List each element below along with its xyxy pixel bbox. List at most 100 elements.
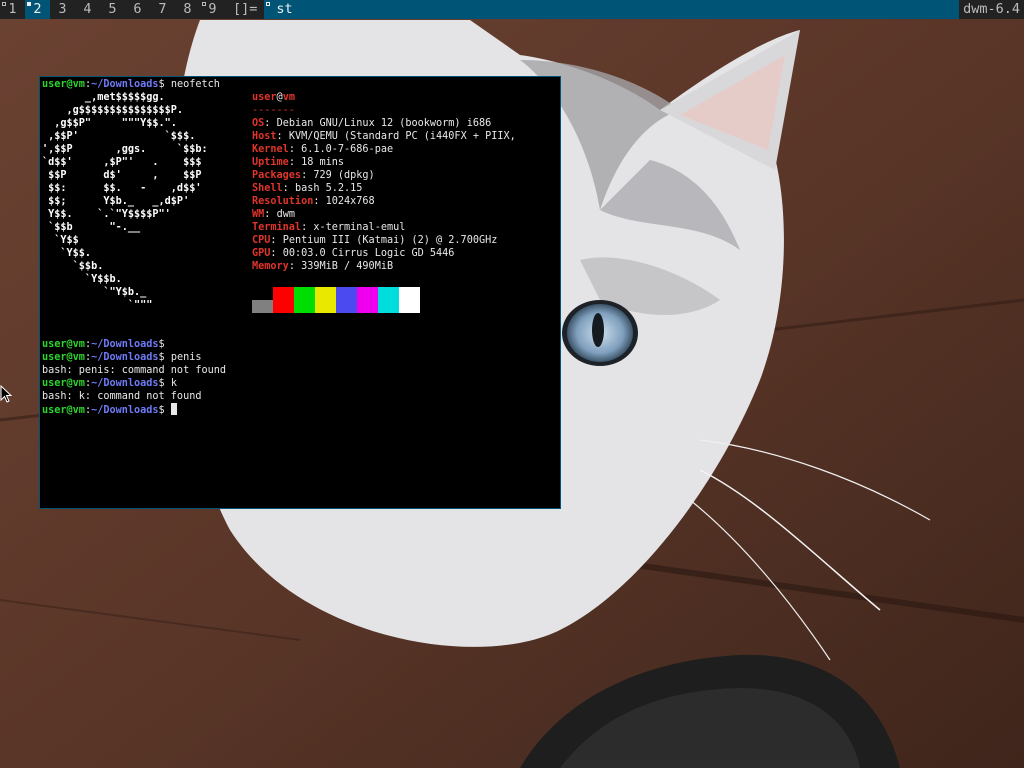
neofetch-field-key: Resolution — [252, 196, 314, 207]
neofetch-field-key: Memory — [252, 261, 289, 272]
neofetch-field-row: CPU: Pentium III (Katmai) (2) @ 2.700GHz — [252, 234, 497, 247]
prompt-user-host: user@vm — [42, 405, 85, 416]
neofetch-field-value: Debian GNU/Linux 12 (bookworm) i686 — [276, 118, 492, 129]
tag-7[interactable]: 7 — [150, 0, 175, 19]
ascii-art-line: ,g$$P" """Y$$.". — [42, 118, 177, 129]
neofetch-field-colon: : — [276, 131, 289, 142]
neofetch-separator: ------- — [252, 105, 295, 116]
ascii-art-line: `Y$$. — [42, 248, 92, 259]
ascii-art-line: `d$$' ,$P"' . $$$ — [42, 157, 202, 168]
command-output: bash: k: command not found — [42, 391, 202, 402]
window-title[interactable]: st — [264, 0, 293, 19]
neofetch-field-key: Kernel — [252, 144, 289, 155]
terminal-window[interactable]: user@vm:~/Downloads$ neofetch _,met$$$$$… — [39, 76, 561, 509]
neofetch-field-value: bash 5.2.15 — [294, 183, 363, 194]
status-text[interactable]: dwm-6.4 — [959, 0, 1024, 19]
ascii-art-line: $$: $$. - ,d$$' — [42, 183, 202, 194]
neofetch-field-colon: : — [301, 222, 314, 233]
output-line: bash: k: command not found — [42, 390, 201, 403]
neofetch-field-key: Uptime — [252, 157, 289, 168]
tag-3[interactable]: 3 — [50, 0, 75, 19]
neofetch-field-row: Resolution: 1024x768 — [252, 195, 375, 208]
command-text: penis — [170, 352, 202, 363]
ascii-art-line: $$; Y$b._ _,d$P' — [42, 196, 190, 207]
neofetch-field-value: 00:03.0 Cirrus Logic GD 5446 — [282, 248, 455, 259]
ascii-art-line: ,g$$$$$$$$$$$$$$$P. — [42, 105, 184, 116]
output-line: bash: penis: command not found — [42, 364, 226, 377]
tag-8[interactable]: 8 — [175, 0, 200, 19]
neofetch-field-row: Packages: 729 (dpkg) — [252, 169, 375, 182]
prompt-path: ~/Downloads — [91, 405, 159, 416]
color-swatch — [378, 287, 399, 313]
tag-6[interactable]: 6 — [125, 0, 150, 19]
text-cursor[interactable] — [170, 403, 177, 415]
layout-symbol[interactable]: []= — [225, 0, 265, 19]
neofetch-field-colon: : — [270, 248, 283, 259]
neofetch-field-row: Terminal: x-terminal-emul — [252, 221, 405, 234]
neofetch-field-key: Terminal — [252, 222, 302, 233]
neofetch-title: user@vm — [252, 92, 295, 103]
neofetch-field-value: 1024x768 — [325, 196, 375, 207]
tag-occupied-indicator — [27, 2, 31, 6]
neofetch-field-value: 6.1.0-7-686-pae — [301, 144, 394, 155]
ascii-art-line: Y$$. `.`"Y$$$$P"' — [42, 209, 171, 220]
color-palette — [252, 287, 420, 313]
ascii-art-line: `"Y$b._ — [42, 287, 147, 298]
neofetch-field-value: x-terminal-emul — [313, 222, 406, 233]
ascii-art-line: ,$$P' `$$$. — [42, 131, 196, 142]
neofetch-field-value: Pentium III (Katmai) (2) @ 2.700GHz — [282, 235, 498, 246]
dwm-status-bar: 1 2 3 4 5 6 7 8 9 []= st dwm-6.4 — [0, 0, 1024, 19]
tag-4[interactable]: 4 — [75, 0, 100, 19]
neofetch-field-row: Kernel: 6.1.0-7-686-pae — [252, 143, 393, 156]
command-text: k — [170, 378, 177, 389]
ascii-art-line: `$$b "-.__ — [42, 222, 141, 233]
prompt-line: user@vm:~/Downloads$ neofetch — [42, 79, 220, 90]
neofetch-field-colon: : — [288, 144, 302, 155]
prompt-user-host: user@vm — [42, 352, 85, 363]
prompt-line: user@vm:~/Downloads$ penis — [42, 351, 202, 364]
color-swatch — [252, 300, 273, 313]
neofetch-field-row: Host: KVM/QEMU (Standard PC (i440FX + PI… — [252, 130, 516, 143]
color-swatch — [336, 287, 357, 313]
neofetch-field-key: Host — [252, 131, 277, 142]
neofetch-field-row: Uptime: 18 mins — [252, 156, 344, 169]
prompt-user-host: user@vm — [42, 378, 85, 389]
ascii-art-line: $$P d$' , $$P — [42, 170, 202, 181]
tag-9[interactable]: 9 — [200, 0, 225, 19]
neofetch-field-colon: : — [313, 196, 326, 207]
tag-1[interactable]: 1 — [0, 0, 25, 19]
color-swatch — [315, 287, 336, 313]
prompt-path: ~/Downloads — [91, 339, 159, 350]
color-swatch — [399, 287, 420, 313]
color-swatch — [357, 287, 378, 313]
neofetch-field-key: CPU — [252, 235, 271, 246]
ascii-art-line: `Y$$b. — [42, 274, 122, 285]
neofetch-field-row: Memory: 339MiB / 490MiB — [252, 260, 393, 273]
neofetch-field-value: KVM/QEMU (Standard PC (i440FX + PIIX, — [288, 131, 516, 142]
tag-2[interactable]: 2 — [25, 0, 50, 19]
color-swatch — [294, 287, 315, 313]
prompt-path: ~/Downloads — [91, 378, 159, 389]
tag-5[interactable]: 5 — [100, 0, 125, 19]
neofetch-field-value: 339MiB / 490MiB — [301, 261, 394, 272]
prompt-line: user@vm:~/Downloads$ k — [42, 377, 177, 390]
neofetch-field-key: WM — [252, 209, 265, 220]
command-output: bash: penis: command not found — [42, 365, 227, 376]
ascii-art-line: ',$$P ,ggs. `$$b: — [42, 144, 208, 155]
neofetch-field-colon: : — [288, 157, 302, 168]
ascii-art-line: `$$b. — [42, 261, 104, 272]
neofetch-field-colon: : — [264, 209, 277, 220]
neofetch-field-row: Shell: bash 5.2.15 — [252, 182, 362, 195]
neofetch-field-value: dwm — [276, 209, 295, 220]
neofetch-field-key: OS — [252, 118, 265, 129]
ascii-art-line: `Y$$ — [42, 235, 79, 246]
mouse-pointer-icon — [0, 385, 13, 403]
neofetch-field-key: GPU — [252, 248, 271, 259]
prompt-line: user@vm:~/Downloads$ — [42, 403, 177, 416]
neofetch-field-colon: : — [282, 183, 295, 194]
neofetch-field-colon: : — [288, 261, 302, 272]
neofetch-field-colon: : — [264, 118, 277, 129]
tag-occupied-indicator — [202, 2, 206, 6]
neofetch-field-key: Shell — [252, 183, 283, 194]
floating-indicator — [266, 2, 271, 6]
